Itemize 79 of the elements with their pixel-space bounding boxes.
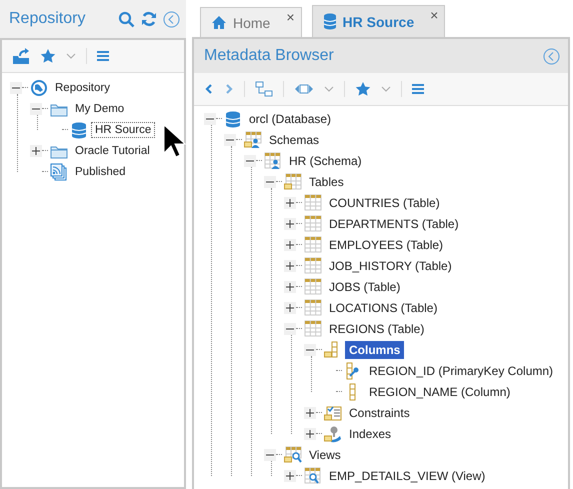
view-icon: [304, 466, 322, 484]
expand-icon[interactable]: [284, 218, 296, 230]
expand-icon[interactable]: [284, 238, 296, 250]
collapse-icon[interactable]: [30, 102, 42, 114]
table-icon: [304, 298, 322, 316]
tree-item[interactable]: REGION_ID (PrimaryKey Column): [365, 362, 558, 380]
view-folder-icon: [284, 446, 302, 464]
back-icon[interactable]: [204, 83, 214, 95]
star-icon[interactable]: [40, 48, 56, 64]
collapse-icon[interactable]: [284, 322, 296, 334]
expand-icon[interactable]: [284, 302, 296, 314]
collapse-icon[interactable]: [264, 176, 276, 188]
table-icon: [304, 278, 322, 296]
tree-item[interactable]: REGION_NAME (Column): [365, 382, 514, 400]
pages-icon: [50, 162, 68, 180]
column-icon: [349, 382, 356, 400]
globe-icon: [30, 78, 48, 96]
table-icon: [304, 256, 322, 274]
index-icon: [324, 424, 342, 442]
tree-item[interactable]: Tables: [305, 172, 348, 190]
expand-icon[interactable]: [304, 406, 316, 418]
tree-item[interactable]: DEPARTMENTS (Table): [325, 214, 463, 232]
collapse-icon[interactable]: [10, 82, 22, 94]
expand-icon[interactable]: [284, 470, 296, 482]
tree-item[interactable]: Schemas: [265, 130, 324, 148]
home-icon: [211, 15, 227, 30]
table-icon: [304, 214, 322, 232]
database-icon: [70, 120, 88, 138]
tab[interactable]: Home ×: [200, 7, 302, 37]
tree-item[interactable]: orcl (Database): [245, 110, 336, 128]
tree-item[interactable]: Constraints: [345, 404, 414, 422]
menu-icon[interactable]: [412, 83, 424, 95]
tree-item[interactable]: EMPLOYEES (Table): [325, 236, 448, 254]
tree-item[interactable]: My Demo: [71, 100, 128, 116]
database-icon: [224, 110, 242, 128]
collapse-icon[interactable]: [304, 344, 316, 356]
tree-item[interactable]: EMP_DETAILS_VIEW (View): [325, 466, 490, 484]
tree-item[interactable]: COUNTRIES (Table): [325, 194, 444, 212]
close-icon[interactable]: ×: [286, 9, 295, 25]
panel-title: Repository: [9, 10, 86, 28]
refresh-icon[interactable]: [141, 11, 157, 27]
database-icon: [322, 13, 337, 30]
table-icon: [304, 320, 322, 338]
schema-folder-icon: [244, 130, 262, 148]
collapse-icon[interactable]: [224, 134, 236, 146]
checklist-icon: [324, 404, 342, 422]
tree-item[interactable]: HR Source: [91, 122, 156, 138]
tree-item[interactable]: Oracle Tutorial: [71, 142, 154, 158]
folder-upload-icon[interactable]: [12, 48, 30, 64]
panel-title: Metadata Browser: [204, 47, 335, 65]
hierarchy-icon[interactable]: [255, 81, 273, 97]
search-icon[interactable]: [118, 10, 135, 28]
expand-arrows-icon[interactable]: [294, 82, 314, 96]
tree-item[interactable]: Columns: [345, 340, 404, 358]
table-icon: [304, 236, 322, 254]
collapse-icon[interactable]: [244, 154, 256, 166]
tree-item[interactable]: Repository: [51, 80, 114, 96]
expand-icon[interactable]: [284, 280, 296, 292]
close-icon[interactable]: ×: [430, 7, 438, 23]
tree-item[interactable]: HR (Schema): [285, 152, 366, 170]
expand-icon[interactable]: [30, 144, 42, 156]
tree-item[interactable]: Published: [71, 164, 130, 180]
tree-item[interactable]: REGIONS (Table): [325, 320, 428, 338]
table-folder-icon: [284, 172, 302, 190]
tree-item[interactable]: JOBS (Table): [325, 278, 404, 296]
expand-icon[interactable]: [304, 428, 316, 440]
expand-icon[interactable]: [284, 260, 296, 272]
schema-icon: [264, 152, 282, 170]
menu-icon[interactable]: [97, 50, 109, 62]
expand-icon[interactable]: [284, 196, 296, 208]
star-icon[interactable]: [355, 81, 371, 97]
collapse-icon[interactable]: [204, 112, 216, 124]
tree-item[interactable]: JOB_HISTORY (Table): [325, 256, 456, 274]
collapse-icon[interactable]: [264, 448, 276, 460]
tree-item[interactable]: Indexes: [345, 424, 396, 442]
table-icon: [304, 194, 322, 212]
tree-item[interactable]: Views: [305, 446, 345, 464]
tab[interactable]: HR Source ×: [312, 5, 446, 37]
tree-item[interactable]: LOCATIONS (Table): [325, 298, 442, 316]
